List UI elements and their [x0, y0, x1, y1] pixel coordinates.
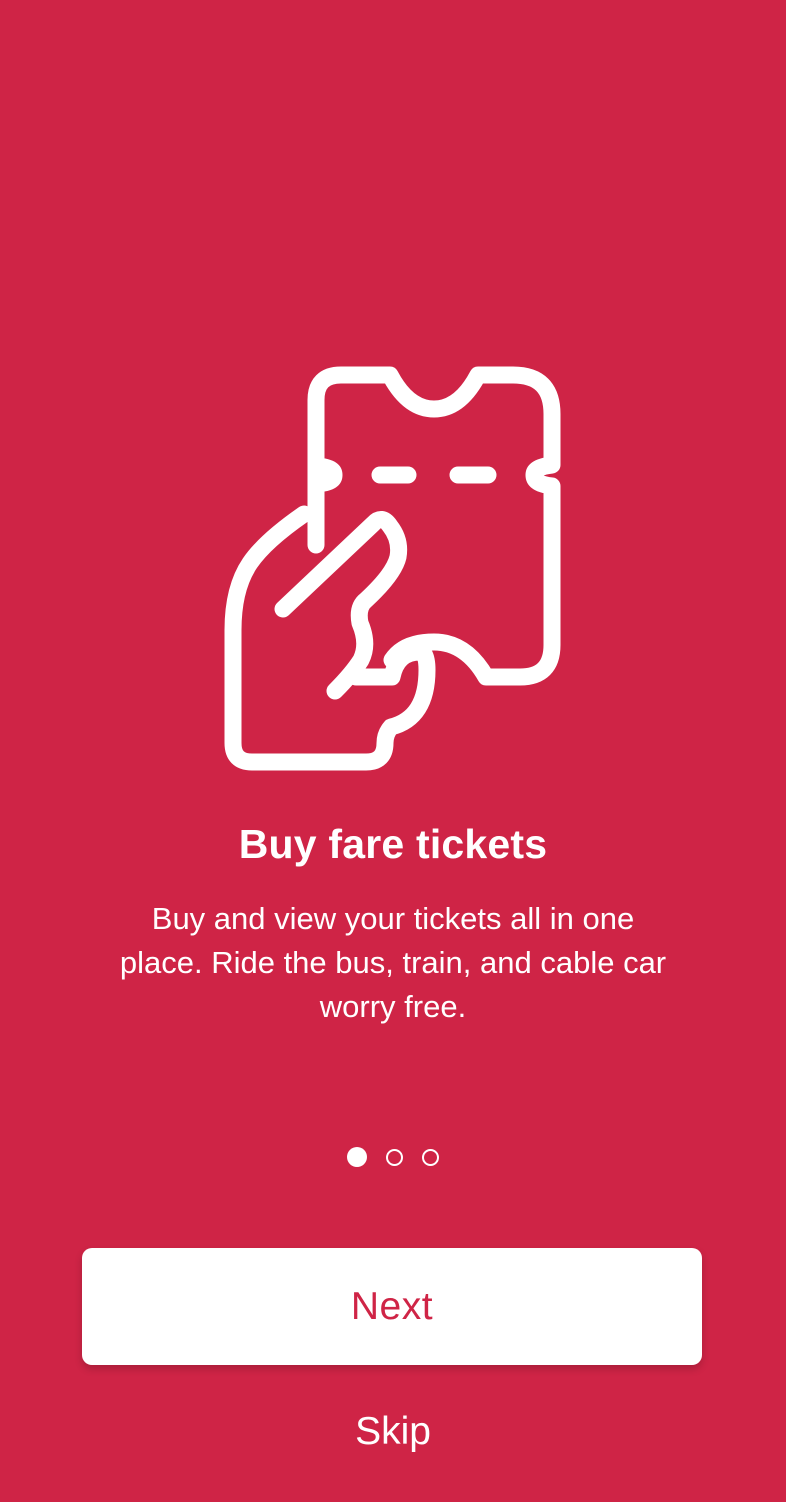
thumb-outline: [274, 511, 408, 700]
page-indicator: [0, 1147, 786, 1169]
onboarding-screen: Buy fare tickets Buy and view your ticke…: [0, 0, 786, 1502]
onboarding-description: Buy and view your tickets all in one pla…: [119, 901, 667, 1024]
onboarding-title: Buy fare tickets: [238, 821, 548, 867]
page-dot-3[interactable]: [422, 1149, 439, 1166]
next-button[interactable]: Next: [82, 1248, 702, 1365]
hand-holding-ticket-icon: [218, 360, 568, 774]
skip-button[interactable]: Skip: [293, 1402, 493, 1462]
page-dot-1[interactable]: [347, 1147, 367, 1167]
page-dot-2[interactable]: [386, 1149, 403, 1166]
ticket-outline: [307, 366, 561, 686]
